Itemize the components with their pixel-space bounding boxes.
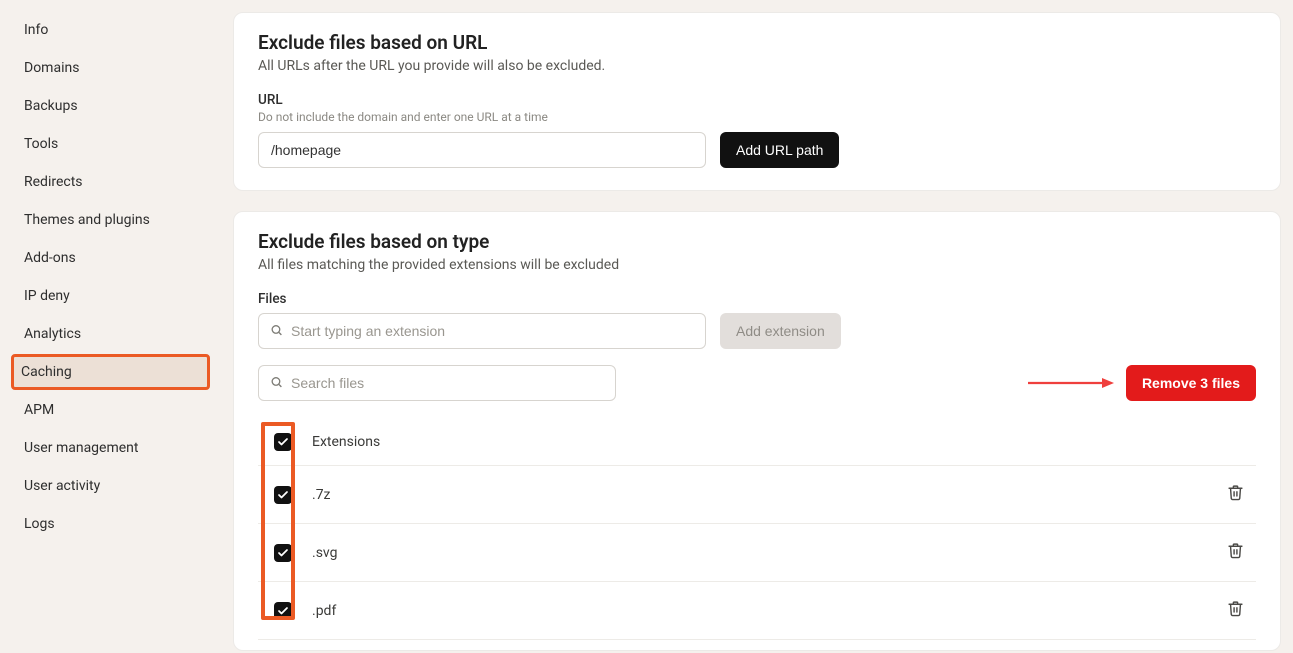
table-row: .pdf: [258, 582, 1256, 640]
add-url-path-button[interactable]: Add URL path: [720, 132, 839, 168]
url-field-help: Do not include the domain and enter one …: [258, 110, 1256, 124]
arrow-annotation-icon: [1028, 376, 1114, 390]
exclude-url-title: Exclude files based on URL: [258, 31, 1256, 54]
sidebar-item-label: Logs: [24, 516, 55, 532]
sidebar-item-info[interactable]: Info: [14, 12, 207, 48]
sidebar-item-label: Info: [24, 22, 48, 38]
sidebar-item-label: Themes and plugins: [24, 212, 150, 228]
sidebar-item-redirects[interactable]: Redirects: [14, 164, 207, 200]
exclude-url-card: Exclude files based on URL All URLs afte…: [233, 12, 1281, 191]
exclude-url-description: All URLs after the URL you provide will …: [258, 58, 1256, 74]
sidebar-item-add-ons[interactable]: Add-ons: [14, 240, 207, 276]
sidebar-item-label: User activity: [24, 478, 100, 494]
main-content: Exclude files based on URL All URLs afte…: [215, 0, 1293, 653]
sidebar-item-label: Redirects: [24, 174, 83, 190]
row-checkbox[interactable]: [274, 486, 292, 504]
exclude-type-card: Exclude files based on type All files ma…: [233, 211, 1281, 651]
extension-cell: .7z: [312, 487, 1223, 503]
sidebar-item-label: IP deny: [24, 288, 70, 304]
delete-row-button[interactable]: [1223, 538, 1248, 567]
extensions-table: Extensions .7z .svg: [258, 419, 1256, 640]
row-checkbox[interactable]: [274, 544, 292, 562]
sidebar-item-label: Analytics: [24, 326, 81, 342]
row-checkbox[interactable]: [274, 602, 292, 620]
sidebar-item-domains[interactable]: Domains: [14, 50, 207, 86]
extension-cell: .svg: [312, 545, 1223, 561]
table-row: .7z: [258, 466, 1256, 524]
extensions-column-header: Extensions: [312, 434, 1248, 450]
sidebar-item-label: APM: [24, 402, 54, 418]
url-field-label: URL: [258, 92, 1256, 108]
sidebar-item-label: User management: [24, 440, 138, 456]
sidebar-item-logs[interactable]: Logs: [14, 506, 207, 542]
sidebar-item-label: Add-ons: [24, 250, 76, 266]
url-input[interactable]: [258, 132, 706, 168]
exclude-type-description: All files matching the provided extensio…: [258, 257, 1256, 273]
sidebar-item-label: Tools: [24, 136, 58, 152]
sidebar-item-backups[interactable]: Backups: [14, 88, 207, 124]
delete-row-button[interactable]: [1223, 596, 1248, 625]
extension-input[interactable]: [258, 313, 706, 349]
sidebar-item-tools[interactable]: Tools: [14, 126, 207, 162]
sidebar-item-label: Caching: [21, 364, 72, 380]
sidebar-item-label: Domains: [24, 60, 79, 76]
sidebar-item-user-activity[interactable]: User activity: [14, 468, 207, 504]
search-files-input[interactable]: [258, 365, 616, 401]
remove-files-button[interactable]: Remove 3 files: [1126, 365, 1256, 401]
sidebar-item-user-management[interactable]: User management: [14, 430, 207, 466]
sidebar-item-label: Backups: [24, 98, 78, 114]
table-row: .svg: [258, 524, 1256, 582]
sidebar: Info Domains Backups Tools Redirects The…: [0, 0, 215, 653]
sidebar-item-caching[interactable]: Caching: [11, 354, 210, 390]
exclude-type-title: Exclude files based on type: [258, 230, 1256, 253]
sidebar-item-themes-and-plugins[interactable]: Themes and plugins: [14, 202, 207, 238]
sidebar-item-analytics[interactable]: Analytics: [14, 316, 207, 352]
sidebar-item-apm[interactable]: APM: [14, 392, 207, 428]
extension-cell: .pdf: [312, 603, 1223, 619]
sidebar-item-ip-deny[interactable]: IP deny: [14, 278, 207, 314]
delete-row-button[interactable]: [1223, 480, 1248, 509]
files-field-label: Files: [258, 291, 1256, 307]
add-extension-button[interactable]: Add extension: [720, 313, 841, 349]
table-header-row: Extensions: [258, 419, 1256, 466]
select-all-checkbox[interactable]: [274, 433, 292, 451]
